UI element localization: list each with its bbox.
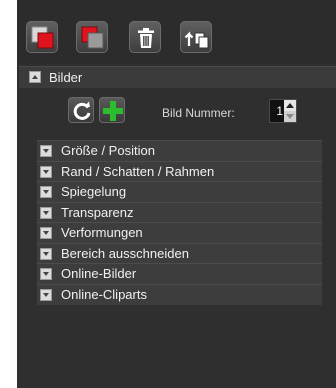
collapse-toggle-icon[interactable] xyxy=(29,71,41,83)
section-header-bilder[interactable]: Bilder xyxy=(19,66,336,88)
delete-icon xyxy=(138,28,154,48)
option-group-label: Rand / Schatten / Rahmen xyxy=(61,164,215,179)
option-group[interactable]: Bereich ausschneiden xyxy=(37,243,322,264)
copy-red-button[interactable] xyxy=(26,21,58,53)
option-group-label: Transparenz xyxy=(61,205,134,220)
option-group-label: Online-Cliparts xyxy=(61,287,147,302)
expand-toggle-icon[interactable] xyxy=(40,166,52,178)
option-group-label: Bereich ausschneiden xyxy=(61,246,189,261)
option-group[interactable]: Transparenz xyxy=(37,202,322,223)
picture-number-label: Bild Nummer: xyxy=(162,106,235,120)
pictures-panel: Bilder Bild Nummer: 1 Größe / Position R… xyxy=(17,0,336,388)
stepper-down-icon[interactable] xyxy=(284,111,296,122)
refresh-icon xyxy=(73,101,91,120)
copy-gray-icon xyxy=(81,26,104,49)
option-group[interactable]: Spiegelung xyxy=(37,181,322,202)
copy-gray-button[interactable] xyxy=(76,21,108,53)
add-button[interactable] xyxy=(99,97,125,123)
delete-button[interactable] xyxy=(129,21,161,53)
add-icon xyxy=(103,101,123,121)
refresh-button[interactable] xyxy=(68,97,94,123)
option-group[interactable]: Verformungen xyxy=(37,222,322,243)
upload-copy-icon xyxy=(184,31,209,49)
picture-number-stepper[interactable]: 1 xyxy=(269,99,297,123)
expand-toggle-icon[interactable] xyxy=(40,289,52,301)
option-group[interactable]: Online-Bilder xyxy=(37,263,322,284)
option-group-label: Online-Bilder xyxy=(61,266,137,281)
expand-toggle-icon[interactable] xyxy=(40,227,52,239)
expand-toggle-icon[interactable] xyxy=(40,186,52,198)
expand-toggle-icon[interactable] xyxy=(40,268,52,280)
expand-toggle-icon[interactable] xyxy=(40,207,52,219)
option-group[interactable]: Größe / Position xyxy=(37,140,322,161)
option-group[interactable]: Online-Cliparts xyxy=(37,284,322,305)
section-title: Bilder xyxy=(49,70,83,85)
picture-controls: Bild Nummer: 1 xyxy=(17,88,336,136)
stepper-up-icon[interactable] xyxy=(284,100,296,111)
picture-number-value: 1 xyxy=(276,104,283,118)
option-group-label: Verformungen xyxy=(61,225,143,240)
option-group-label: Spiegelung xyxy=(61,184,127,199)
expand-toggle-icon[interactable] xyxy=(40,145,52,157)
option-group[interactable]: Rand / Schatten / Rahmen xyxy=(37,161,322,182)
option-group-label: Größe / Position xyxy=(61,143,155,158)
copy-red-icon xyxy=(31,26,54,49)
expand-toggle-icon[interactable] xyxy=(40,248,52,260)
toolbar xyxy=(17,0,336,64)
upload-copy-button[interactable] xyxy=(180,21,212,53)
